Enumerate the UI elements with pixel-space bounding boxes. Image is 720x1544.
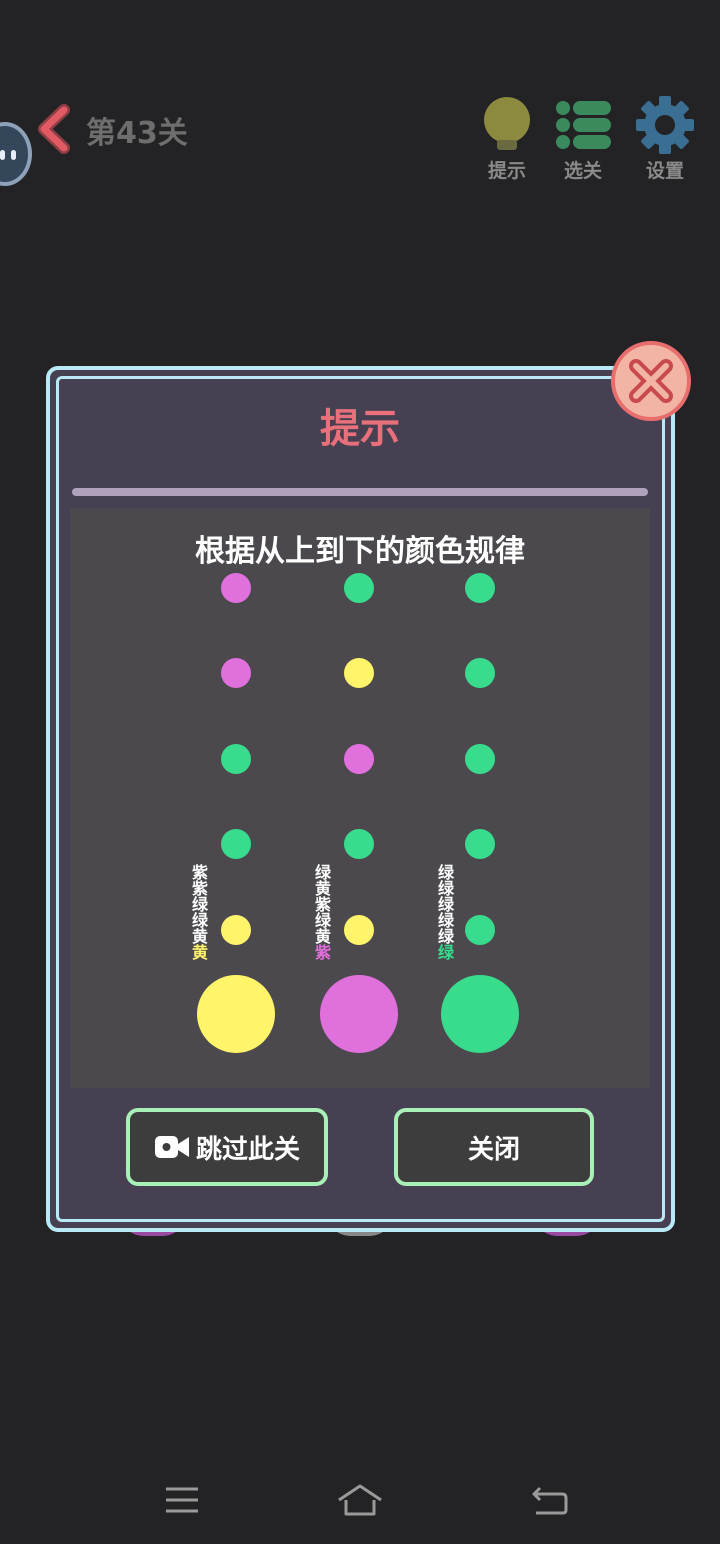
skip-level-label: 跳过此关: [195, 1134, 300, 1165]
chevron-left-icon: [38, 104, 70, 154]
sequence-dot: [221, 915, 251, 945]
column-label-prefix: 绿绿绿绿绿: [435, 864, 454, 944]
column-label: 紫紫绿绿黄黄: [189, 864, 208, 960]
column-label-last: 紫: [312, 944, 331, 960]
sequence-dot: [221, 744, 251, 774]
menu-icon[interactable]: [162, 1480, 202, 1520]
sequence-dot: [221, 829, 251, 859]
sequence-dot: [344, 744, 374, 774]
avatar-eye: [0, 150, 5, 160]
sequence-dot: [465, 744, 495, 774]
sequence-dot: [344, 573, 374, 603]
column-label-prefix: 紫紫绿绿黄: [189, 864, 208, 944]
sequence-dot: [344, 658, 374, 688]
column-label-last: 绿: [435, 944, 454, 960]
divider: [72, 488, 648, 496]
column-label-last: 黄: [189, 944, 208, 960]
close-button[interactable]: 关闭: [394, 1108, 594, 1186]
home-icon[interactable]: [336, 1480, 384, 1520]
close-button-label: 关闭: [467, 1134, 520, 1165]
answer-dot: [441, 975, 519, 1053]
dialog-title: 提示: [320, 406, 400, 452]
back-button[interactable]: [30, 102, 78, 156]
column-label: 绿绿绿绿绿绿: [435, 864, 454, 960]
hint-button[interactable]: 提示: [472, 96, 542, 186]
level-select-button[interactable]: 选关: [548, 96, 618, 186]
sequence-dot: [221, 658, 251, 688]
hint-button-label: 提示: [487, 160, 526, 182]
answer-dot: [320, 975, 398, 1053]
sequence-dot: [465, 658, 495, 688]
settings-label: 设置: [645, 160, 684, 182]
hint-text: 根据从上到下的颜色规律: [195, 534, 525, 569]
column-label-prefix: 绿黄紫绿黄: [312, 864, 331, 944]
list-icon: [556, 101, 611, 149]
answer-dot: [197, 975, 275, 1053]
column-label: 绿黄紫绿黄紫: [312, 864, 331, 960]
sequence-dot: [465, 573, 495, 603]
level-select-label: 选关: [563, 160, 602, 182]
video-camera-icon: [154, 1136, 189, 1158]
avatar-eye: [11, 150, 16, 160]
gear-icon: [636, 96, 694, 154]
sequence-dot: [465, 915, 495, 945]
sequence-dot: [221, 573, 251, 603]
sequence-dot: [344, 829, 374, 859]
skip-level-button[interactable]: 跳过此关: [126, 1108, 328, 1186]
avatar[interactable]: [0, 122, 32, 186]
level-title: 第43关: [86, 116, 188, 151]
lightbulb-icon: [484, 97, 530, 150]
back-nav-icon[interactable]: [530, 1480, 570, 1520]
sequence-dot: [344, 915, 374, 945]
sequence-dot: [465, 829, 495, 859]
settings-button[interactable]: 设置: [630, 96, 700, 186]
